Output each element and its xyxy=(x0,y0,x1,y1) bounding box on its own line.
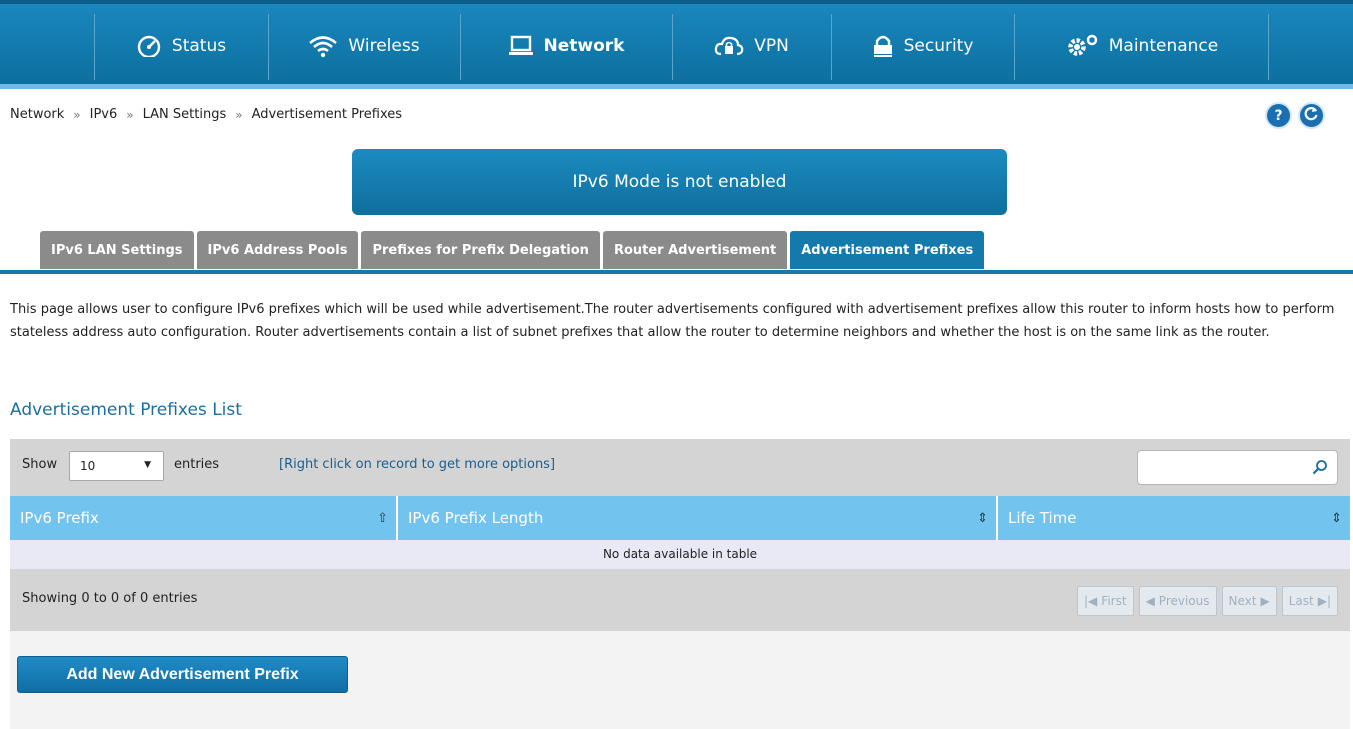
breadcrumb: Network » IPv6 » LAN Settings » Advertis… xyxy=(10,107,402,122)
tab-ipv6-lan-settings[interactable]: IPv6 LAN Settings xyxy=(40,231,194,269)
entries-per-page-select[interactable]: 10 ▼ xyxy=(69,451,164,481)
entries-label: entries xyxy=(174,457,220,472)
breadcrumb-item-ipv6[interactable]: IPv6 xyxy=(90,107,118,122)
top-navigation-bar: Status Wireless Network VPN Security Mai… xyxy=(0,0,1353,84)
nav-item-label: Status xyxy=(171,36,227,56)
breadcrumb-separator: » xyxy=(235,107,243,122)
refresh-button[interactable] xyxy=(1298,102,1325,129)
nav-item-label: Network xyxy=(543,36,625,56)
sort-both-icon: ⇕ xyxy=(977,510,988,526)
table-info: Showing 0 to 0 of 0 entries xyxy=(22,591,198,606)
monitor-icon xyxy=(508,35,534,57)
column-label: IPv6 Prefix Length xyxy=(408,509,544,527)
gears-icon xyxy=(1065,34,1099,58)
previous-page-icon: ◀ xyxy=(1145,594,1155,608)
tab-router-advertisement[interactable]: Router Advertisement xyxy=(602,231,788,269)
breadcrumb-item-lan-settings[interactable]: LAN Settings xyxy=(143,107,227,122)
table-search-input[interactable] xyxy=(1137,450,1338,485)
show-label: Show xyxy=(22,457,58,472)
refresh-icon xyxy=(1304,106,1319,125)
dropdown-arrow-icon: ▼ xyxy=(144,460,151,470)
add-new-advertisement-prefix-button[interactable]: Add New Advertisement Prefix xyxy=(17,656,348,693)
table-footer: Showing 0 to 0 of 0 entries |◀ First ◀ P… xyxy=(10,569,1350,631)
entries-per-page-value: 10 xyxy=(80,459,96,473)
previous-page-button[interactable]: ◀ Previous xyxy=(1138,586,1217,616)
next-page-button[interactable]: Next ▶ xyxy=(1221,586,1277,616)
page-description: This page allows user to configure IPv6 … xyxy=(10,302,1335,340)
tab-ipv6-address-pools[interactable]: IPv6 Address Pools xyxy=(196,231,359,269)
first-page-icon: |◀ xyxy=(1084,594,1098,608)
right-click-hint: [Right click on record to get more optio… xyxy=(279,457,556,472)
tab-prefixes-for-prefix-delegation[interactable]: Prefixes for Prefix Delegation xyxy=(361,231,600,269)
first-page-button[interactable]: |◀ First xyxy=(1077,586,1134,616)
next-page-label: Next xyxy=(1228,594,1257,608)
nav-item-wireless[interactable]: Wireless xyxy=(269,4,459,88)
nav-item-label: VPN xyxy=(754,36,789,56)
next-page-icon: ▶ xyxy=(1260,594,1270,608)
breadcrumb-separator: » xyxy=(73,107,81,122)
nav-item-label: Wireless xyxy=(348,36,420,56)
help-button[interactable]: ? xyxy=(1265,102,1292,129)
wifi-icon xyxy=(308,34,338,58)
nav-item-network[interactable]: Network xyxy=(461,4,671,88)
last-page-button[interactable]: Last ▶| xyxy=(1281,586,1338,616)
padlock-icon xyxy=(872,34,894,58)
tab-bar: IPv6 LAN Settings IPv6 Address Pools Pre… xyxy=(40,231,985,271)
dashboard-gauge-icon xyxy=(136,35,162,57)
nav-item-vpn[interactable]: VPN xyxy=(673,4,830,88)
tab-advertisement-prefixes[interactable]: Advertisement Prefixes xyxy=(790,231,985,269)
nav-divider xyxy=(1268,14,1269,80)
nav-item-maintenance[interactable]: Maintenance xyxy=(1015,4,1268,88)
column-header-ipv6-prefix[interactable]: IPv6 Prefix ⇧ xyxy=(10,496,398,540)
nav-item-label: Maintenance xyxy=(1108,36,1219,56)
table-header: IPv6 Prefix ⇧ IPv6 Prefix Length ⇕ Life … xyxy=(10,496,1350,540)
last-page-icon: ▶| xyxy=(1317,594,1331,608)
sort-ascending-icon: ⇧ xyxy=(377,510,388,526)
empty-table-message: No data available in table xyxy=(10,540,1350,569)
nav-item-security[interactable]: Security xyxy=(832,4,1013,88)
first-page-label: First xyxy=(1101,594,1127,608)
search-icon xyxy=(1312,459,1328,479)
nav-accent-strip xyxy=(0,84,1353,89)
section-title: Advertisement Prefixes List xyxy=(10,400,242,420)
last-page-label: Last xyxy=(1288,594,1314,608)
column-label: Life Time xyxy=(1008,509,1077,527)
pagination: |◀ First ◀ Previous Next ▶ Last ▶| xyxy=(1077,586,1338,616)
column-label: IPv6 Prefix xyxy=(20,509,99,527)
column-header-life-time[interactable]: Life Time ⇕ xyxy=(998,496,1350,540)
previous-page-label: Previous xyxy=(1158,594,1210,608)
breadcrumb-item-network[interactable]: Network xyxy=(10,107,64,122)
table-toolbar: Show 10 ▼ entries [Right click on record… xyxy=(10,439,1350,496)
cloud-lock-icon xyxy=(714,35,744,57)
column-header-ipv6-prefix-length[interactable]: IPv6 Prefix Length ⇕ xyxy=(398,496,998,540)
sort-both-icon: ⇕ xyxy=(1331,510,1342,526)
tab-underline xyxy=(0,270,1353,274)
breadcrumb-item-current: Advertisement Prefixes xyxy=(251,107,403,122)
breadcrumb-separator: » xyxy=(126,107,134,122)
help-icon: ? xyxy=(1274,107,1283,124)
ipv6-mode-banner: IPv6 Mode is not enabled xyxy=(352,149,1007,215)
nav-item-status[interactable]: Status xyxy=(95,4,267,88)
nav-item-label: Security xyxy=(903,36,974,56)
